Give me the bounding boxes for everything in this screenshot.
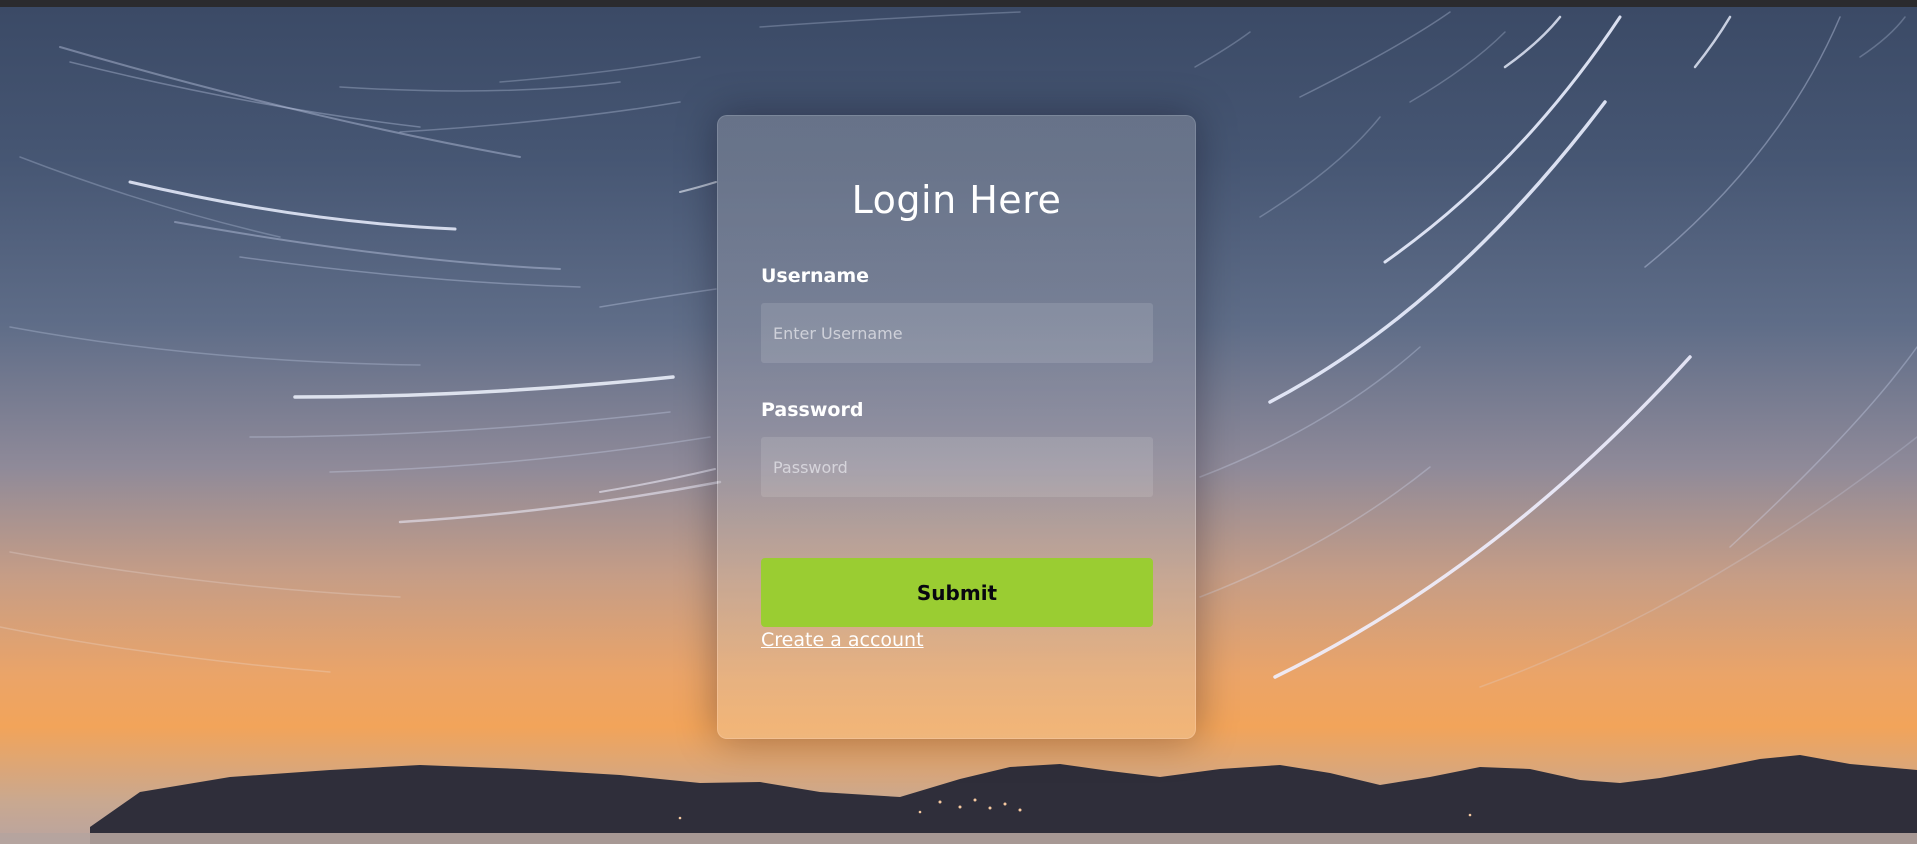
username-label: Username <box>761 265 870 287</box>
window-top-bar <box>0 0 1917 7</box>
login-title: Login Here <box>851 178 1062 222</box>
username-input[interactable] <box>761 303 1153 363</box>
password-input[interactable] <box>761 437 1153 497</box>
login-card: Login Here Username Password Submit Crea… <box>717 115 1196 739</box>
create-account-link[interactable]: Create a account <box>761 629 924 651</box>
password-label: Password <box>761 399 864 421</box>
submit-button[interactable]: Submit <box>761 558 1153 627</box>
